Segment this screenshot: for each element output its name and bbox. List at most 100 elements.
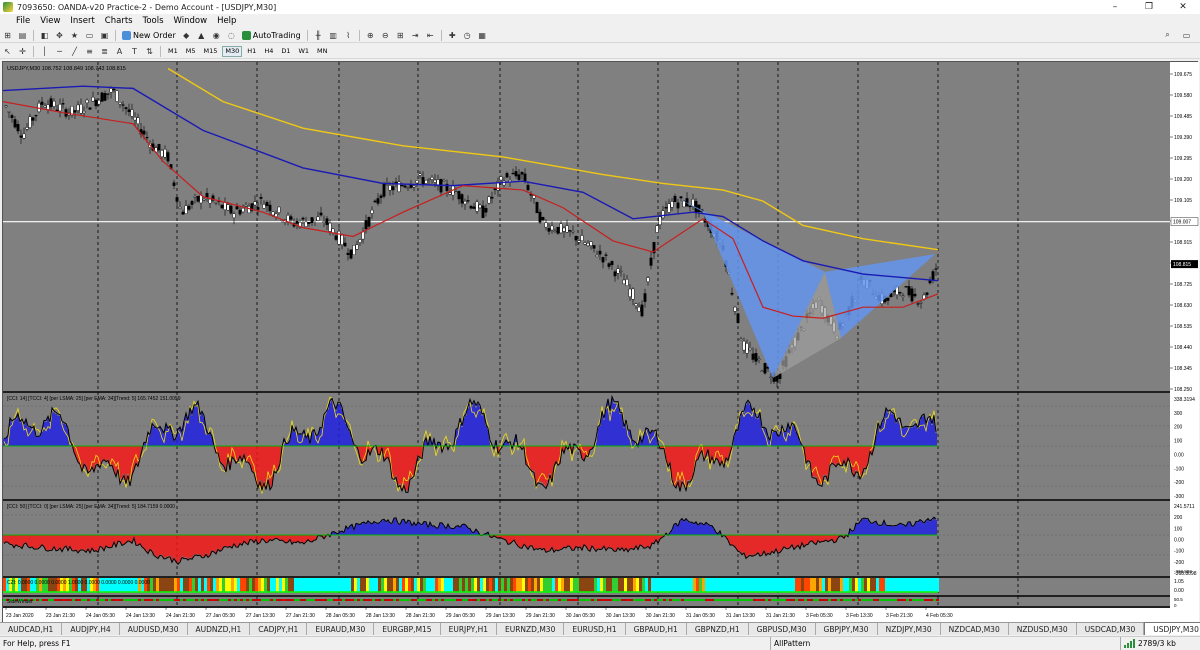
cz-color-bar — [537, 578, 540, 592]
autotrading-button[interactable]: AutoTrading — [239, 29, 304, 41]
tab-nzdjpy-m30[interactable]: NZDJPY,M30 — [878, 623, 941, 635]
candle-body — [550, 225, 554, 231]
templates-icon[interactable]: ▦ — [476, 29, 489, 41]
tab-gbpnzd-h1[interactable]: GBPNZD,H1 — [687, 623, 749, 635]
signals-icon[interactable]: ▲ — [195, 29, 208, 41]
candle-body — [208, 198, 212, 204]
strategy-tester-icon[interactable]: ▣ — [98, 29, 111, 41]
cz-color-bar — [591, 578, 594, 592]
menu-charts[interactable]: Charts — [100, 16, 138, 26]
zoom-in-icon[interactable]: ⊕ — [364, 29, 377, 41]
sidewinder-bar — [234, 599, 237, 601]
close-button[interactable]: ✕ — [1166, 0, 1200, 14]
tab-gbpjpy-m30[interactable]: GBPJPY,M30 — [816, 623, 878, 635]
tab-gbpaud-h1[interactable]: GBPAUD,H1 — [626, 623, 687, 635]
menu-tools[interactable]: Tools — [138, 16, 169, 26]
profiles-icon[interactable]: ▤ — [16, 29, 29, 41]
tab-cadjpy-h1[interactable]: CADJPY,H1 — [250, 623, 308, 635]
timeframe-m30[interactable]: M30 — [222, 45, 243, 57]
price-label: 108.440 — [1174, 345, 1192, 351]
cz-color-bar — [705, 578, 708, 592]
timeframe-w1[interactable]: W1 — [295, 46, 312, 57]
cz-color-bar — [351, 578, 354, 592]
sidewinder-bar — [228, 599, 231, 601]
tab-eurnzd-m30[interactable]: EURNZD,M30 — [497, 623, 565, 635]
cursor-icon[interactable]: ↖ — [1, 45, 14, 57]
zoom-out-icon[interactable]: ⊖ — [379, 29, 392, 41]
candle-body — [181, 211, 185, 215]
menu-insert[interactable]: Insert — [65, 16, 99, 26]
vertical-line-icon[interactable]: │ — [38, 45, 51, 57]
chart-window[interactable]: 109.675 109.580 109.485 109.390 109.295 109.2… — [2, 61, 1199, 623]
candle-body — [361, 231, 365, 240]
menu-window[interactable]: Window — [169, 16, 213, 26]
label-icon[interactable]: T — [128, 45, 141, 57]
timeframe-h4[interactable]: H4 — [261, 46, 276, 57]
new-order-button[interactable]: New Order — [119, 29, 179, 41]
timeframe-m5[interactable]: M5 — [183, 46, 199, 57]
timeframe-d1[interactable]: D1 — [278, 46, 293, 57]
cci1-axis-label: 338.3194 — [1174, 397, 1195, 403]
indicators-icon[interactable]: ✚ — [446, 29, 459, 41]
trendline-icon[interactable]: ╱ — [68, 45, 81, 57]
timeframe-m15[interactable]: M15 — [201, 46, 221, 57]
tab-nzdcad-m30[interactable]: NZDCAD,M30 — [941, 623, 1009, 635]
tab-eurgbp-m15[interactable]: EURGBP,M15 — [374, 623, 441, 635]
restore-button[interactable]: ❐ — [1132, 0, 1166, 14]
menu-help[interactable]: Help — [212, 16, 241, 26]
sidewinder-bar — [309, 599, 312, 601]
tab-usdjpy-m30[interactable]: USDJPY,M30 — [1144, 622, 1200, 635]
cz-color-bar — [354, 578, 357, 592]
tab-euraud-m30[interactable]: EURAUD,M30 — [307, 623, 375, 635]
terminal-icon[interactable]: ▭ — [83, 29, 96, 41]
fibonacci-icon[interactable]: ≣ — [98, 45, 111, 57]
timeframe-mn[interactable]: MN — [314, 46, 330, 57]
tab-eurjpy-h1[interactable]: EURJPY,H1 — [441, 623, 497, 635]
tab-nzdusd-m30[interactable]: NZDUSD,M30 — [1009, 623, 1077, 635]
menu-view[interactable]: View — [35, 16, 65, 26]
time-label: 31 Jan 21:30 — [766, 613, 795, 619]
cz-color-bar — [675, 578, 678, 592]
tab-audjpy-h4[interactable]: AUDJPY,H4 — [62, 623, 120, 635]
autoscroll-icon[interactable]: ⇥ — [409, 29, 422, 41]
tab-usdcad-m30[interactable]: USDCAD,M30 — [1077, 623, 1145, 635]
candle-body — [571, 231, 575, 233]
periods-icon[interactable]: ◷ — [461, 29, 474, 41]
chart-shift-icon[interactable]: ⇤ — [424, 29, 437, 41]
horizontal-line-icon[interactable]: ─ — [53, 45, 66, 57]
tile-windows-icon[interactable]: ⊞ — [394, 29, 407, 41]
bar-chart-icon[interactable]: ╫ — [312, 29, 325, 41]
chat-icon[interactable]: ▭ — [1180, 29, 1193, 41]
menu-file[interactable]: File — [0, 16, 35, 26]
sidewinder-bar — [171, 599, 174, 601]
crosshair-icon[interactable]: ✛ — [16, 45, 29, 57]
metaeditor-icon[interactable]: ◆ — [180, 29, 193, 41]
channel-icon[interactable]: ≡ — [83, 45, 96, 57]
cz-color-bar — [417, 578, 420, 592]
standard-toolbar: ⊞ ▤ ◧ ✥ ★ ▭ ▣ New Order ◆ ▲ ◉ ◌ AutoTrad… — [0, 28, 1200, 43]
text-icon[interactable]: A — [113, 45, 126, 57]
timeframe-m1[interactable]: M1 — [165, 46, 181, 57]
tab-gbpusd-m30[interactable]: GBPUSD,M30 — [749, 623, 816, 635]
candle-body — [418, 173, 422, 176]
vps-icon[interactable]: ◌ — [225, 29, 238, 41]
arrows-icon[interactable]: ⇅ — [143, 45, 156, 57]
candlestick-icon[interactable]: ▥ — [327, 29, 340, 41]
tab-audnzd-h1[interactable]: AUDNZD,H1 — [188, 623, 251, 635]
tab-eurusd-h1[interactable]: EURUSD,H1 — [564, 623, 626, 635]
sidewinder-bar — [588, 599, 591, 601]
sidewinder-bar — [732, 599, 735, 601]
tab-audcad-h1[interactable]: AUDCAD,H1 — [0, 623, 63, 635]
navigator-icon[interactable]: ★ — [68, 29, 81, 41]
search-icon[interactable]: ⌕ — [1161, 29, 1174, 41]
data-window-icon[interactable]: ✥ — [53, 29, 66, 41]
cz-color-bar — [822, 578, 825, 592]
line-chart-icon[interactable]: ⌇ — [342, 29, 355, 41]
new-chart-icon[interactable]: ⊞ — [1, 29, 14, 41]
market-watch-icon[interactable]: ◧ — [38, 29, 51, 41]
market-icon[interactable]: ◉ — [210, 29, 223, 41]
tab-audusd-m30[interactable]: AUDUSD,M30 — [120, 623, 188, 635]
chart-canvas[interactable]: 109.675 109.580 109.485 109.390 109.295 109.2… — [3, 62, 1199, 623]
minimize-button[interactable]: – — [1098, 0, 1132, 14]
timeframe-h1[interactable]: H1 — [244, 46, 259, 57]
